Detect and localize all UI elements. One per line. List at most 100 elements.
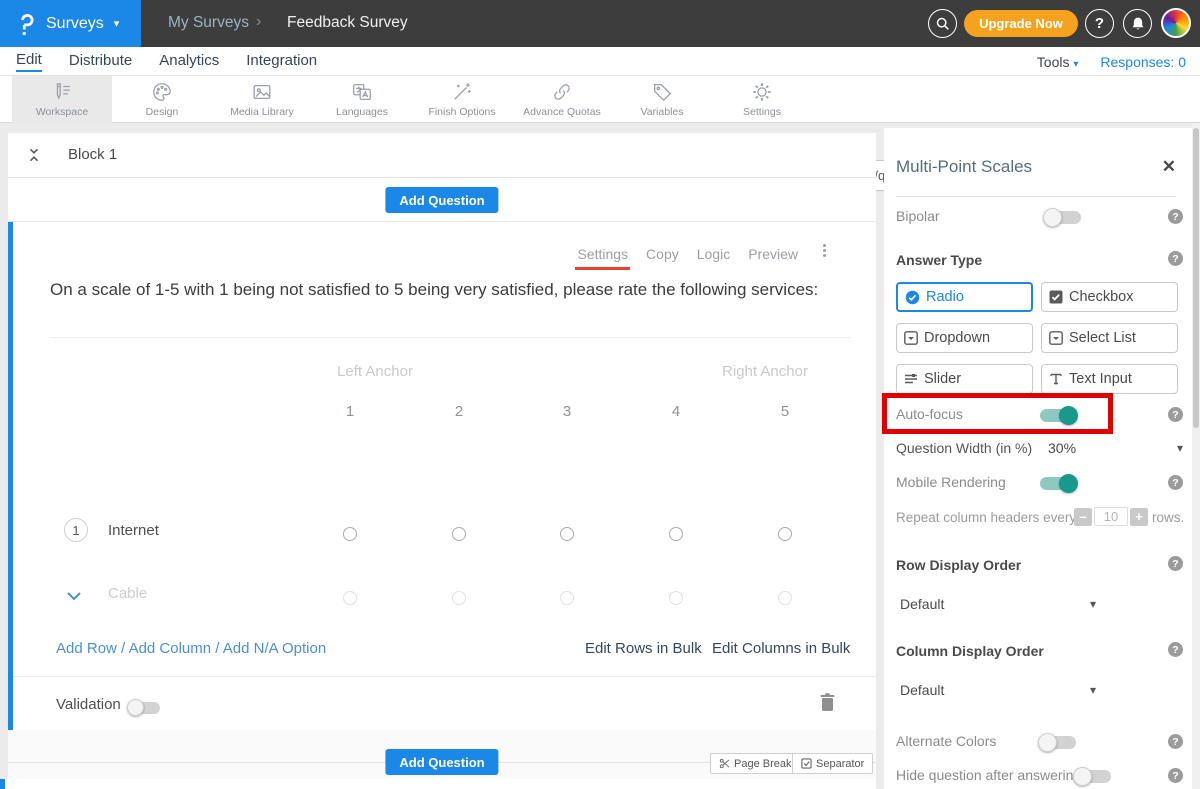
toolbar-item-settings[interactable]: Settings bbox=[712, 76, 812, 123]
scrollbar-thumb[interactable] bbox=[1193, 128, 1199, 428]
toolbar-item-finish-options[interactable]: Finish Options bbox=[412, 76, 512, 123]
separator-button[interactable]: Separator bbox=[792, 753, 873, 774]
right-anchor-placeholder[interactable]: Right Anchor bbox=[722, 363, 808, 380]
row-label-cable[interactable]: Cable bbox=[108, 585, 147, 602]
question-text[interactable]: On a scale of 1-5 with 1 being not satis… bbox=[50, 277, 822, 303]
breadcrumb-parent[interactable]: My Surveys bbox=[168, 14, 249, 32]
search-button[interactable] bbox=[928, 9, 957, 38]
block-footer: Add Question Page Break Separator bbox=[8, 730, 876, 779]
radio-cable-5[interactable] bbox=[778, 591, 792, 605]
answer-type-slider[interactable]: Slider bbox=[896, 364, 1033, 394]
help-icon[interactable]: ? bbox=[1168, 251, 1183, 266]
row-label-internet[interactable]: Internet bbox=[108, 522, 159, 539]
add-column-link[interactable]: Add Column bbox=[129, 640, 212, 657]
toolbar-item-advance-quotas[interactable]: Advance Quotas bbox=[512, 76, 612, 123]
validation-toggle[interactable] bbox=[129, 702, 160, 714]
toolbar-item-design[interactable]: Design bbox=[112, 76, 212, 123]
left-anchor-placeholder[interactable]: Left Anchor bbox=[337, 363, 413, 380]
column-display-order-select[interactable]: Default bbox=[900, 682, 944, 698]
row-display-order-select[interactable]: Default bbox=[900, 596, 944, 612]
tools-menu[interactable]: Tools ▾ bbox=[1037, 54, 1079, 70]
block-title[interactable]: Block 1 bbox=[68, 146, 117, 163]
column-header-3[interactable]: 3 bbox=[556, 403, 578, 420]
toolbar-item-variables[interactable]: Variables bbox=[612, 76, 712, 123]
close-icon[interactable]: ✕ bbox=[1162, 157, 1176, 177]
radio-cable-2[interactable] bbox=[452, 591, 466, 605]
radio-internet-4[interactable] bbox=[669, 527, 683, 541]
chevron-down-icon[interactable]: ▾ bbox=[1090, 597, 1096, 611]
answer-type-text-input[interactable]: Text Input bbox=[1041, 364, 1178, 394]
question-tab-copy[interactable]: Copy bbox=[646, 246, 679, 262]
page-break-button[interactable]: Page Break bbox=[710, 753, 800, 774]
dropdown-icon bbox=[904, 331, 918, 345]
radio-internet-5[interactable] bbox=[778, 527, 792, 541]
toolbar-item-media-library[interactable]: Media Library bbox=[212, 76, 312, 123]
toolbar-item-languages[interactable]: Languages bbox=[312, 76, 412, 123]
decrement-button[interactable]: – bbox=[1074, 508, 1092, 526]
help-button[interactable]: ? bbox=[1085, 9, 1114, 38]
column-header-5[interactable]: 5 bbox=[774, 403, 796, 420]
radio-cable-1[interactable] bbox=[343, 591, 357, 605]
tab-integration[interactable]: Integration bbox=[246, 52, 317, 71]
radio-internet-3[interactable] bbox=[560, 527, 574, 541]
edit-columns-in-bulk-link[interactable]: Edit Columns in Bulk bbox=[712, 640, 850, 657]
tab-distribute[interactable]: Distribute bbox=[69, 52, 132, 71]
notifications-button[interactable] bbox=[1123, 9, 1152, 38]
answer-type-select-list[interactable]: Select List bbox=[1041, 323, 1178, 353]
auto-focus-toggle[interactable] bbox=[1040, 409, 1076, 422]
help-icon[interactable]: ? bbox=[1168, 768, 1183, 783]
mobile-rendering-toggle[interactable] bbox=[1040, 477, 1076, 490]
question-tab-settings[interactable]: Settings bbox=[577, 246, 628, 262]
radio-internet-1[interactable] bbox=[343, 527, 357, 541]
panel-title: Multi-Point Scales bbox=[896, 157, 1032, 177]
kebab-menu-icon[interactable] bbox=[823, 244, 826, 257]
help-icon[interactable]: ? bbox=[1168, 734, 1183, 749]
alternate-colors-toggle[interactable] bbox=[1040, 736, 1076, 749]
chevron-down-icon[interactable] bbox=[67, 588, 81, 606]
help-icon[interactable]: ? bbox=[1168, 209, 1183, 224]
help-icon[interactable]: ? bbox=[1168, 642, 1183, 657]
column-header-1[interactable]: 1 bbox=[339, 403, 361, 420]
bipolar-toggle[interactable] bbox=[1045, 211, 1081, 224]
delete-question-button[interactable] bbox=[819, 692, 836, 717]
question-settings-panel: Multi-Point Scales ✕ Bipolar ? Answer Ty… bbox=[884, 128, 1192, 789]
bell-icon bbox=[1131, 16, 1145, 31]
product-switcher[interactable]: Surveys ▾ bbox=[0, 0, 141, 47]
question-width-value[interactable]: 30% bbox=[1048, 440, 1076, 456]
upgrade-now-button[interactable]: Upgrade Now bbox=[964, 10, 1078, 37]
help-icon[interactable]: ? bbox=[1168, 556, 1183, 571]
avatar[interactable] bbox=[1161, 8, 1191, 38]
breadcrumb-separator: › bbox=[256, 13, 261, 31]
add-question-strip: Add Question bbox=[8, 178, 876, 222]
chevron-down-icon[interactable]: ▾ bbox=[1177, 441, 1183, 455]
radio-cable-3[interactable] bbox=[560, 591, 574, 605]
column-header-2[interactable]: 2 bbox=[448, 403, 470, 420]
repeat-headers-input[interactable] bbox=[1094, 507, 1128, 526]
translate-icon bbox=[351, 81, 373, 103]
edit-rows-in-bulk-link[interactable]: Edit Rows in Bulk bbox=[585, 640, 702, 657]
chevron-down-icon[interactable]: ▾ bbox=[1090, 683, 1096, 697]
add-row-link[interactable]: Add Row bbox=[56, 640, 117, 657]
answer-type-checkbox[interactable]: Checkbox bbox=[1041, 282, 1178, 312]
increment-button[interactable]: + bbox=[1130, 508, 1148, 526]
add-question-button-top[interactable]: Add Question bbox=[385, 187, 498, 213]
row-number-badge: 1 bbox=[64, 518, 88, 542]
answer-type-dropdown[interactable]: Dropdown bbox=[896, 323, 1033, 353]
add-question-button-bottom[interactable]: Add Question bbox=[385, 749, 498, 775]
question-tab-preview[interactable]: Preview bbox=[748, 246, 798, 262]
collapse-block-button[interactable] bbox=[27, 146, 41, 169]
column-header-4[interactable]: 4 bbox=[665, 403, 687, 420]
radio-internet-2[interactable] bbox=[452, 527, 466, 541]
responses-count[interactable]: Responses: 0 bbox=[1100, 54, 1186, 70]
workspace-icon bbox=[51, 81, 73, 103]
answer-type-radio[interactable]: Radio bbox=[896, 282, 1033, 312]
add-na-option-link[interactable]: Add N/A Option bbox=[223, 640, 326, 657]
question-tab-logic[interactable]: Logic bbox=[697, 246, 730, 262]
help-icon[interactable]: ? bbox=[1168, 475, 1183, 490]
toolbar-item-workspace[interactable]: Workspace bbox=[12, 76, 112, 123]
radio-cable-4[interactable] bbox=[669, 591, 683, 605]
help-icon[interactable]: ? bbox=[1168, 407, 1183, 422]
hide-question-toggle[interactable] bbox=[1075, 770, 1111, 783]
tab-analytics[interactable]: Analytics bbox=[159, 52, 219, 71]
tab-edit[interactable]: Edit bbox=[16, 51, 42, 72]
